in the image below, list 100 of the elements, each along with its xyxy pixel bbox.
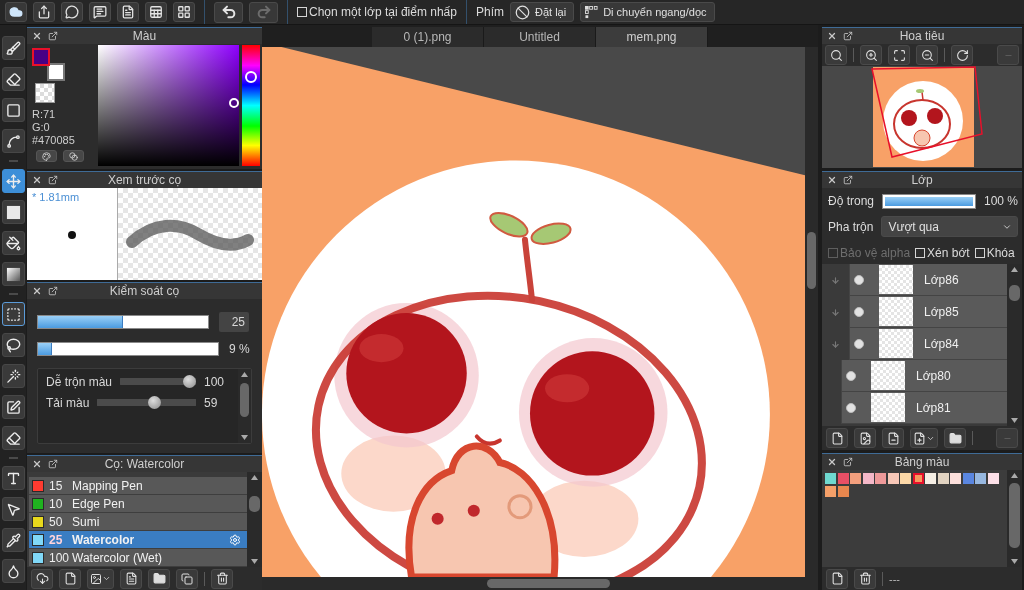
scrollbar-thumb[interactable] bbox=[1009, 285, 1020, 301]
color-swatch-icon[interactable] bbox=[900, 473, 911, 484]
zoom-in-button[interactable] bbox=[860, 45, 882, 65]
brush-row[interactable]: 10 Edge Pen bbox=[29, 495, 247, 513]
size-slider-track[interactable] bbox=[37, 315, 209, 329]
color-swatch-icon[interactable] bbox=[962, 473, 974, 484]
hue-slider[interactable] bbox=[242, 45, 260, 166]
shape-tool[interactable] bbox=[1, 98, 25, 122]
close-icon[interactable] bbox=[32, 286, 42, 296]
scroll-up-icon[interactable] bbox=[241, 372, 248, 377]
fill-tool[interactable] bbox=[1, 200, 25, 224]
rotate-button[interactable] bbox=[951, 45, 973, 65]
pop-out-icon[interactable] bbox=[843, 457, 853, 467]
color-swatch-icon[interactable] bbox=[925, 473, 936, 484]
text-tool[interactable] bbox=[1, 466, 25, 490]
document-button[interactable] bbox=[120, 568, 142, 589]
zoom-out-button[interactable] bbox=[916, 45, 938, 65]
close-icon[interactable] bbox=[827, 457, 837, 467]
visibility-dot-icon[interactable] bbox=[846, 402, 856, 413]
scroll-down-icon[interactable] bbox=[1011, 559, 1018, 564]
scrollbar-track[interactable] bbox=[262, 577, 818, 590]
color-swatch-icon[interactable] bbox=[887, 473, 899, 484]
comment-button[interactable] bbox=[89, 2, 111, 22]
color-swatch-icon[interactable] bbox=[837, 473, 849, 484]
move-tool[interactable] bbox=[1, 169, 25, 193]
scroll-down-icon[interactable] bbox=[241, 435, 248, 440]
document-tab[interactable]: mem.png bbox=[596, 27, 708, 47]
scroll-up-icon[interactable] bbox=[1011, 267, 1018, 272]
reset-button[interactable]: Đặt lại bbox=[509, 2, 575, 22]
pop-out-icon[interactable] bbox=[48, 175, 58, 185]
eyedropper-tool[interactable] bbox=[1, 528, 25, 552]
fit-button[interactable] bbox=[888, 45, 910, 65]
hue-thumb[interactable] bbox=[245, 71, 257, 84]
settings-icon[interactable] bbox=[229, 533, 241, 546]
viewport-frame[interactable] bbox=[871, 66, 983, 158]
size-value-field[interactable]: 25 bbox=[219, 312, 249, 332]
slider-thumb[interactable] bbox=[183, 375, 196, 388]
scrollbar-track[interactable] bbox=[805, 47, 818, 577]
palette-button[interactable] bbox=[36, 150, 57, 162]
document-button[interactable] bbox=[117, 2, 139, 22]
pop-out-icon[interactable] bbox=[48, 31, 58, 41]
new-color-button[interactable] bbox=[826, 568, 848, 589]
scrollbar-thumb[interactable] bbox=[807, 232, 816, 289]
close-icon[interactable] bbox=[827, 31, 837, 41]
color-swatch-icon[interactable] bbox=[837, 485, 849, 497]
color-swatch-icon[interactable] bbox=[912, 473, 924, 484]
close-icon[interactable] bbox=[32, 31, 42, 41]
scrollbar-track[interactable] bbox=[1007, 264, 1022, 426]
select-tool[interactable] bbox=[1, 302, 25, 326]
scroll-up-icon[interactable] bbox=[251, 475, 258, 480]
lasso-tool[interactable] bbox=[1, 333, 25, 357]
select-pen-tool[interactable] bbox=[1, 395, 25, 419]
close-icon[interactable] bbox=[32, 175, 42, 185]
color-swatch-icon[interactable] bbox=[825, 473, 836, 484]
opacity-slider-track[interactable] bbox=[37, 342, 219, 356]
layer-row[interactable]: Lớp81 bbox=[841, 392, 1007, 424]
scrollbar-track[interactable] bbox=[238, 369, 251, 443]
cloud-download-button[interactable] bbox=[31, 568, 53, 589]
delete-button[interactable] bbox=[211, 568, 233, 589]
brush-row[interactable]: 100 Watercolor (Wet) bbox=[29, 549, 247, 567]
add-layer-menu-button[interactable] bbox=[910, 428, 938, 448]
brush-tool[interactable] bbox=[1, 36, 25, 60]
layer-row[interactable]: Lớp80 bbox=[841, 360, 1007, 392]
gradient-tool[interactable] bbox=[1, 262, 25, 286]
visibility-dot-icon[interactable] bbox=[854, 338, 864, 349]
transparent-swatch[interactable] bbox=[35, 83, 55, 103]
document-tab[interactable]: 0 (1).png bbox=[372, 27, 484, 47]
color-swatch-icon[interactable] bbox=[850, 473, 861, 484]
chat-button[interactable] bbox=[61, 2, 83, 22]
foreground-color-swatch[interactable] bbox=[32, 48, 50, 66]
pan-button[interactable]: Di chuyển ngang/dọc bbox=[580, 2, 715, 22]
bucket-tool[interactable] bbox=[1, 231, 25, 255]
blend-button[interactable] bbox=[63, 150, 84, 162]
copy-button[interactable] bbox=[176, 568, 198, 589]
select-eraser-tool[interactable] bbox=[1, 426, 25, 450]
scroll-down-icon[interactable] bbox=[251, 559, 258, 564]
new-bit-layer-button[interactable] bbox=[882, 428, 904, 448]
color-swatch-icon[interactable] bbox=[862, 473, 874, 484]
slider-track[interactable] bbox=[120, 375, 196, 388]
close-icon[interactable] bbox=[32, 459, 42, 469]
blur-tool[interactable] bbox=[1, 559, 25, 583]
color-swatch-icon[interactable] bbox=[950, 473, 961, 484]
pop-out-icon[interactable] bbox=[843, 31, 853, 41]
layer-row[interactable]: Lớp85 bbox=[849, 296, 1007, 328]
color-swatch-icon[interactable] bbox=[937, 473, 949, 484]
visibility-dot-icon[interactable] bbox=[854, 306, 864, 317]
scrollbar-track[interactable] bbox=[1007, 470, 1022, 567]
color-swatch-icon[interactable] bbox=[825, 485, 836, 497]
scrollbar-thumb[interactable] bbox=[249, 496, 260, 512]
pop-out-icon[interactable] bbox=[48, 459, 58, 469]
new-layer-button[interactable] bbox=[826, 428, 848, 448]
document-tab[interactable]: Untitled bbox=[484, 27, 596, 47]
table-button[interactable] bbox=[145, 2, 167, 22]
new-brush-button[interactable] bbox=[59, 568, 81, 589]
cloud-button[interactable] bbox=[5, 2, 27, 22]
folder-button[interactable] bbox=[148, 568, 170, 589]
curve-tool[interactable] bbox=[1, 129, 25, 153]
undo-button[interactable] bbox=[214, 1, 243, 23]
magic-wand-tool[interactable] bbox=[1, 364, 25, 388]
scrollbar-track[interactable] bbox=[247, 472, 262, 567]
